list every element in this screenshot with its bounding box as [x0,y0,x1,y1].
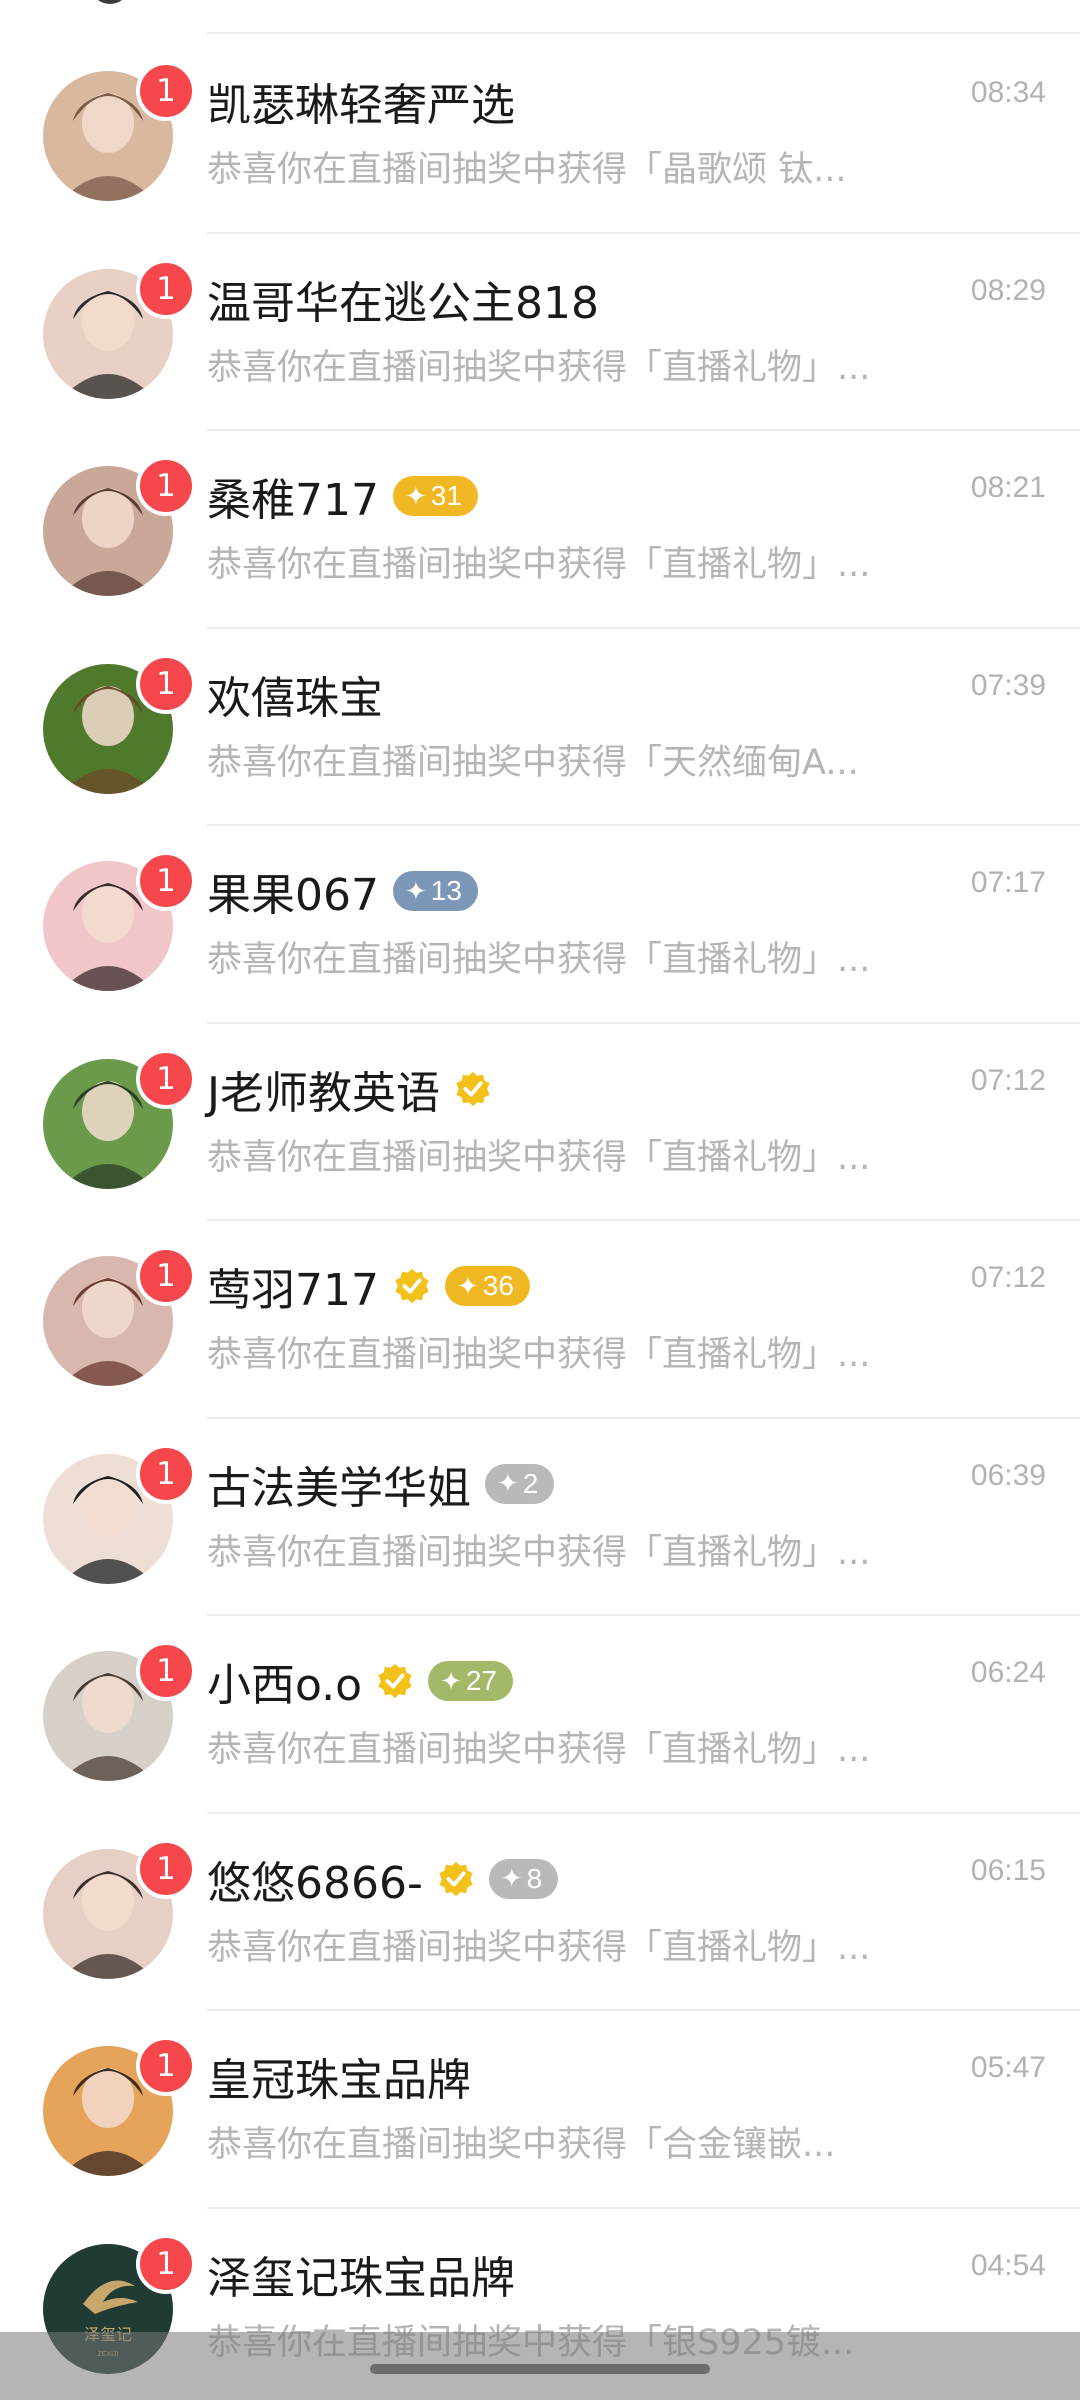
message-preview: 恭喜你在直播间抽奖中获得「直播礼物」... [207,1532,871,1573]
verified-badge-icon [376,1662,414,1700]
message-preview: 恭喜你在直播间抽奖中获得「天然缅甸A... [207,742,859,783]
name-line: 果果067 ✦ 13 [207,856,478,926]
contact-name: 桑稚717 [207,475,379,526]
unread-count-badge: 1 [136,2233,196,2294]
fan-level-badge: ✦ 27 [428,1661,514,1701]
fan-level-value: 13 [430,875,462,906]
conversation-item[interactable]: 1 莺羽717 ✦ 36 07:12 恭喜你在直播间抽奖中获得「直播礼物」... [0,1221,1080,1419]
name-line: 温哥华在逃公主818 [207,264,599,334]
name-line: 凯瑟琳轻奢严选 [207,66,515,136]
unread-count-badge: 1 [136,1246,196,1306]
verified-badge-icon [437,1860,475,1898]
message-preview: 恭喜你在直播间抽奖中获得「合金镶嵌... [207,2125,836,2165]
contact-name: 小西o.o [207,1660,363,1711]
sparkle-icon: ✦ [440,1665,462,1696]
conversation-item[interactable]: 1 皇冠珠宝品牌 05:47 恭喜你在直播间抽奖中获得「合金镶嵌... [0,2011,1080,2209]
message-preview: 恭喜你在直播间抽奖中获得「直播礼物」... [207,940,871,980]
name-line: 莺羽717 ✦ 36 [207,1251,530,1321]
contact-name: J老师教英语 [207,1067,440,1119]
contact-name: 皇冠珠宝品牌 [207,2055,471,2106]
fan-level-value: 27 [465,1665,498,1696]
fan-level-badge: ✦ 31 [392,476,478,516]
unread-count-badge: 1 [136,653,196,714]
sparkle-icon: ✦ [404,875,427,906]
contact-name: 泽玺记珠宝品牌 [207,2252,515,2304]
name-line: 欢僖珠宝 [207,659,383,729]
message-time: 08:34 [970,76,1046,109]
message-time: 08:29 [970,273,1046,307]
sparkle-icon: ✦ [456,1270,479,1301]
unread-count-badge: 1 [136,2036,196,2096]
unread-count-badge: 1 [136,1443,196,1504]
fan-level-value: 36 [482,1270,514,1301]
message-time: 05:47 [970,2051,1046,2084]
name-line: 悠悠6866- ✦ 8 [207,1844,559,1914]
fan-level-value: 2 [522,1467,539,1499]
message-time: 07:17 [970,866,1046,899]
conversation-item[interactable]: 1 J老师教英语 07:12 恭喜你在直播间抽奖中获得「直播礼物」... [0,1024,1080,1221]
message-time: 08:21 [970,471,1046,504]
unread-count-badge: 1 [136,456,196,516]
name-line: J老师教英语 [207,1054,492,1124]
message-time: 06:39 [970,1458,1046,1492]
unread-count-badge: 1 [136,1048,196,1109]
conversation-item[interactable]: 1 凯瑟琳轻奢严选 08:34 恭喜你在直播间抽奖中获得「晶歌颂 钛... [0,36,1080,234]
message-time: 07:12 [970,1063,1046,1097]
contact-name: 凯瑟琳轻奢严选 [207,80,515,131]
contact-name: 悠悠6866- [207,1857,423,1909]
name-line: 皇冠珠宝品牌 [207,2041,471,2111]
fan-level-badge: ✦ 36 [444,1266,530,1306]
contact-name: 果果067 [207,870,379,921]
message-time: 07:12 [970,1261,1046,1294]
name-line: 泽玺记珠宝品牌 [207,2239,515,2309]
message-preview: 恭喜你在直播间抽奖中获得「直播礼物」... [207,545,871,585]
message-preview: 恭喜你在直播间抽奖中获得「直播礼物」... [207,1730,871,1770]
fan-level-badge: ✦ 13 [392,871,478,911]
contact-name: 温哥华在逃公主818 [207,277,599,329]
conversation-item[interactable]: 1 欢僖珠宝 07:39 恭喜你在直播间抽奖中获得「天然缅甸A... [0,629,1080,826]
message-time: 04:54 [970,2248,1046,2282]
message-preview: 恭喜你在直播间抽奖中获得「晶歌颂 钛... [207,150,847,190]
message-time: 07:39 [970,668,1046,702]
fan-level-value: 31 [430,480,462,511]
fan-level-badge: ✦ 8 [488,1858,559,1899]
conversation-item[interactable]: 1 果果067 ✦ 13 07:17 恭喜你在直播间抽奖中获得「直播礼物」... [0,826,1080,1024]
message-preview: 恭喜你在直播间抽奖中获得「直播礼物」... [207,1137,871,1178]
sparkle-icon: ✦ [404,480,427,511]
message-preview: 恭喜你在直播间抽奖中获得「直播礼物」... [207,1335,871,1375]
fan-level-value: 8 [526,1862,543,1894]
contact-name: 欢僖珠宝 [207,672,383,724]
fan-level-badge: ✦ 2 [485,1463,555,1504]
conversation-item[interactable]: 1 温哥华在逃公主818 08:29 恭喜你在直播间抽奖中获得「直播礼物」... [0,234,1080,431]
message-time: 06:15 [970,1853,1046,1887]
conversation-item[interactable]: 1 桑稚717 ✦ 31 08:21 恭喜你在直播间抽奖中获得「直播礼物」... [0,431,1080,629]
unread-count-badge: 1 [136,1838,196,1899]
conversation-item[interactable]: 1 小西o.o ✦ 27 06:24 恭喜你在直播间抽奖中获得「直播礼物」... [0,1616,1080,1814]
previous-avatar-edge [90,0,130,4]
verified-badge-icon [454,1070,492,1108]
name-line: 桑稚717 ✦ 31 [207,461,478,531]
message-preview: 恭喜你在直播间抽奖中获得「直播礼物」... [207,1927,871,1968]
message-preview: 恭喜你在直播间抽奖中获得「直播礼物」... [207,347,871,388]
message-time: 06:24 [970,1656,1046,1689]
sparkle-icon: ✦ [497,1468,519,1498]
conversation-item[interactable]: 1 古法美学华姐 ✦ 2 06:39 恭喜你在直播间抽奖中获得「直播礼物」... [0,1419,1080,1616]
verified-badge-icon [393,1267,431,1305]
unread-count-badge: 1 [136,1641,196,1701]
contact-name: 莺羽717 [207,1265,379,1316]
sparkle-icon: ✦ [500,1863,523,1893]
name-line: 小西o.o ✦ 27 [207,1646,514,1716]
unread-count-badge: 1 [136,61,196,121]
home-indicator[interactable] [370,2364,710,2374]
contact-name: 古法美学华姐 [207,1462,471,1514]
unread-count-badge: 1 [136,258,196,319]
conversation-item[interactable]: 1 悠悠6866- ✦ 8 06:15 恭喜你在直播间抽奖中获得「直播礼物」... [0,1814,1080,2011]
divider [207,32,1080,34]
unread-count-badge: 1 [136,851,196,911]
name-line: 古法美学华姐 ✦ 2 [207,1449,555,1519]
